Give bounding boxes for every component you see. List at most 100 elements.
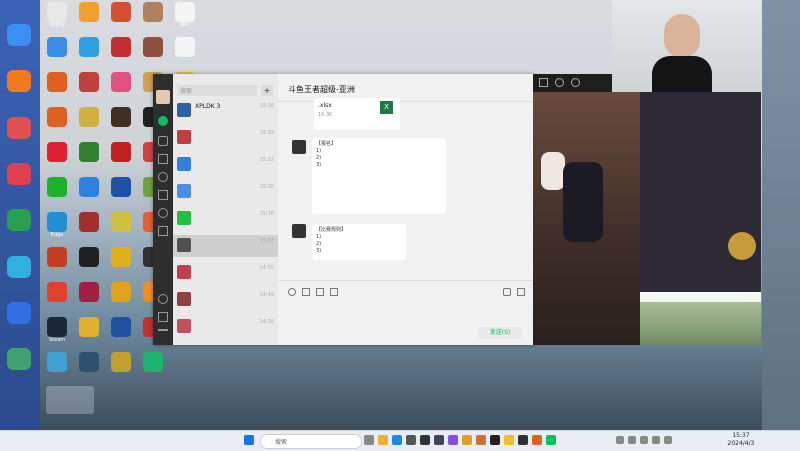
tray-icon[interactable] bbox=[628, 436, 636, 444]
voice-call-icon[interactable] bbox=[503, 288, 511, 296]
volume-icon[interactable] bbox=[664, 436, 672, 444]
dock-app-icon[interactable] bbox=[7, 117, 31, 139]
toolbar-icon[interactable] bbox=[539, 78, 548, 87]
desktop-icon[interactable] bbox=[44, 282, 70, 302]
desktop-icon[interactable]: 回收站 bbox=[44, 2, 70, 28]
search-box[interactable]: 搜索 bbox=[177, 85, 257, 96]
tray-icon[interactable] bbox=[616, 436, 624, 444]
video-call-icon[interactable] bbox=[517, 288, 525, 296]
screenshot-icon[interactable] bbox=[316, 288, 324, 296]
chat-icon[interactable] bbox=[158, 116, 168, 126]
desktop-icon[interactable] bbox=[108, 72, 134, 92]
desktop-icon[interactable] bbox=[108, 107, 134, 127]
desktop-icon[interactable] bbox=[108, 282, 134, 302]
desktop-icon[interactable] bbox=[76, 317, 102, 337]
mini-program-icon[interactable] bbox=[158, 226, 168, 236]
desktop-icon[interactable] bbox=[108, 212, 134, 232]
taskbar-app-icon[interactable] bbox=[518, 435, 528, 445]
desktop-icon[interactable] bbox=[140, 2, 166, 22]
sender-avatar[interactable] bbox=[292, 224, 306, 238]
desktop-icon[interactable]: Steam bbox=[44, 317, 70, 343]
desktop-icon[interactable] bbox=[76, 177, 102, 197]
desktop-icon[interactable] bbox=[76, 2, 102, 22]
chat-list-item[interactable]: 15:22 bbox=[173, 154, 278, 176]
search-icon[interactable] bbox=[158, 208, 168, 218]
desktop-icon[interactable] bbox=[44, 247, 70, 267]
dock-app-icon[interactable] bbox=[7, 348, 31, 370]
moments-icon[interactable] bbox=[158, 172, 168, 182]
settings-icon[interactable] bbox=[158, 312, 168, 322]
taskbar-app-icon[interactable] bbox=[406, 435, 416, 445]
desktop-icon[interactable] bbox=[76, 37, 102, 57]
message-icon[interactable] bbox=[571, 78, 580, 87]
desktop-icon[interactable] bbox=[76, 142, 102, 162]
favorites-icon[interactable] bbox=[158, 154, 168, 164]
start-icon[interactable] bbox=[244, 435, 254, 445]
notification-icon[interactable] bbox=[555, 78, 564, 87]
file-message[interactable]: .xlsx 16.3K X bbox=[314, 98, 400, 130]
tray-icon[interactable] bbox=[640, 436, 648, 444]
desktop-icon[interactable] bbox=[44, 37, 70, 57]
wifi-icon[interactable] bbox=[652, 436, 660, 444]
chat-history-icon[interactable] bbox=[330, 288, 338, 296]
desktop-icon[interactable] bbox=[76, 282, 102, 302]
desktop-icon[interactable] bbox=[76, 247, 102, 267]
dock-app-icon[interactable] bbox=[7, 302, 31, 324]
desktop-icon[interactable] bbox=[44, 177, 70, 197]
desktop-icon[interactable] bbox=[44, 142, 70, 162]
desktop-icon[interactable] bbox=[76, 212, 102, 232]
file-explorer-icon[interactable] bbox=[378, 435, 388, 445]
taskbar-search[interactable]: 搜索 bbox=[260, 434, 362, 449]
taskbar-app-icon[interactable] bbox=[532, 435, 542, 445]
desktop-icon[interactable] bbox=[108, 2, 134, 22]
chat-list-item[interactable]: XPLDK 3 15:30 bbox=[173, 100, 278, 122]
taskbar-app-icon[interactable] bbox=[504, 435, 514, 445]
clock[interactable]: 15:37 2024/4/3 bbox=[724, 432, 758, 448]
gift-badge-icon[interactable] bbox=[728, 232, 756, 260]
taskbar-app-icon[interactable] bbox=[490, 435, 500, 445]
phone-icon[interactable] bbox=[158, 294, 168, 304]
desktop-icon[interactable] bbox=[76, 107, 102, 127]
chat-list-item[interactable]: 15:29 bbox=[173, 127, 278, 149]
desktop-icon[interactable] bbox=[108, 142, 134, 162]
stream-video[interactable] bbox=[533, 92, 640, 345]
contacts-icon[interactable] bbox=[158, 136, 168, 146]
taskbar-app-icon[interactable] bbox=[434, 435, 444, 445]
desktop-icon[interactable] bbox=[44, 107, 70, 127]
desktop-icon[interactable] bbox=[140, 352, 166, 372]
send-button[interactable]: 发送(S) bbox=[478, 327, 522, 339]
chat-list-item[interactable]: 14:55 bbox=[173, 262, 278, 284]
desktop-icon[interactable] bbox=[76, 72, 102, 92]
user-avatar[interactable] bbox=[156, 90, 170, 104]
task-view-icon[interactable] bbox=[364, 435, 374, 445]
desktop-icon[interactable] bbox=[108, 177, 134, 197]
desktop-icon[interactable] bbox=[172, 37, 198, 57]
desktop-icon[interactable] bbox=[44, 72, 70, 92]
desktop-icon[interactable] bbox=[44, 352, 70, 372]
message-input[interactable] bbox=[284, 302, 524, 324]
desktop-icon[interactable] bbox=[108, 352, 134, 372]
taskbar-app-icon[interactable] bbox=[462, 435, 472, 445]
dock-app-icon[interactable] bbox=[7, 256, 31, 278]
emoji-icon[interactable] bbox=[288, 288, 296, 296]
desktop-icon[interactable] bbox=[108, 317, 134, 337]
desktop-icon[interactable] bbox=[108, 37, 134, 57]
taskbar-app-icon[interactable] bbox=[448, 435, 458, 445]
dock-app-icon[interactable] bbox=[7, 209, 31, 231]
chat-list-item[interactable]: 15:16 bbox=[173, 208, 278, 230]
desktop-icon[interactable]: 图片 bbox=[172, 2, 198, 28]
dock-app-icon[interactable] bbox=[7, 24, 31, 46]
chat-list-item[interactable]: 14:30 bbox=[173, 316, 278, 338]
desktop-icon[interactable]: Edge bbox=[44, 212, 70, 238]
chat-list-item[interactable]: 14:49 bbox=[173, 289, 278, 311]
sender-avatar[interactable] bbox=[292, 140, 306, 154]
menu-icon[interactable] bbox=[158, 329, 168, 331]
taskbar-app-icon[interactable] bbox=[476, 435, 486, 445]
taskbar-app-icon[interactable] bbox=[420, 435, 430, 445]
chat-list-item[interactable]: 15:20 bbox=[173, 181, 278, 203]
add-chat-button[interactable]: + bbox=[261, 85, 273, 96]
chat-list-item[interactable]: 15:02 bbox=[173, 235, 278, 257]
wechat-taskbar-icon[interactable] bbox=[546, 435, 556, 445]
folder-icon[interactable] bbox=[302, 288, 310, 296]
dock-app-icon[interactable] bbox=[7, 70, 31, 92]
